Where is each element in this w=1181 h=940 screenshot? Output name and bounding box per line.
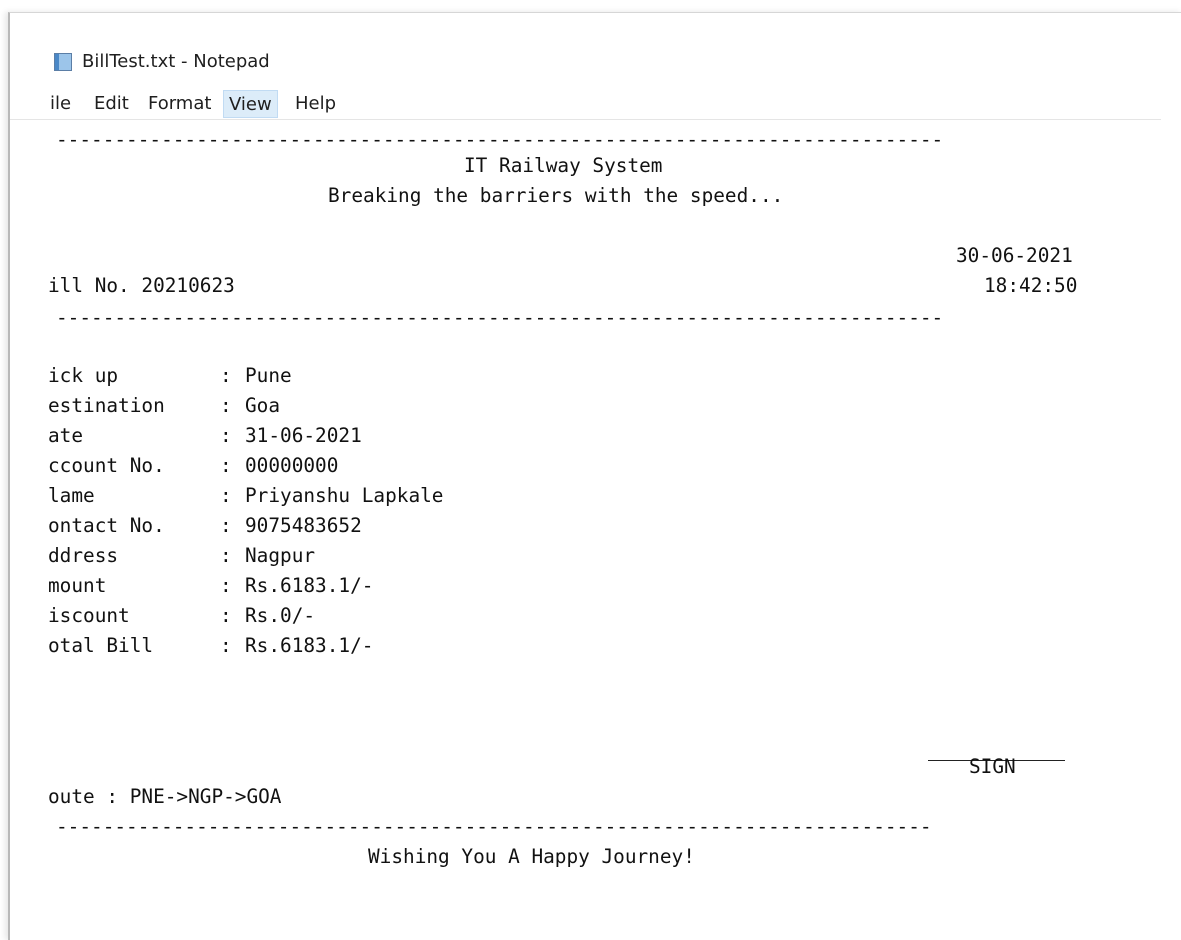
field-value-pickup: Pune <box>245 364 292 387</box>
separator-line: ----------------------------------------… <box>56 815 932 838</box>
menu-edit[interactable]: Edit <box>94 90 129 118</box>
field-colon: : <box>220 574 232 597</box>
bill-time: 18:42:50 <box>984 274 1078 297</box>
field-value-contact: 9075483652 <box>245 514 362 537</box>
field-label-account: ccount No. <box>48 454 165 477</box>
field-colon: : <box>220 364 232 387</box>
field-colon: : <box>220 484 232 507</box>
field-colon: : <box>220 454 232 477</box>
field-value-destination: Goa <box>245 394 281 417</box>
field-label-contact: ontact No. <box>48 514 165 537</box>
notepad-window: BillTest.txt - Notepad ile Edit Format V… <box>8 12 1181 940</box>
text-editor-area[interactable]: ----------------------------------------… <box>10 120 1181 940</box>
menu-view[interactable]: View <box>223 90 278 118</box>
field-label-name: lame <box>48 484 95 507</box>
field-colon: : <box>220 604 232 627</box>
footer-message: Wishing You A Happy Journey! <box>368 845 695 868</box>
bill-number: ill No. 20210623 <box>48 274 235 297</box>
field-value-discount: Rs.0/- <box>245 604 316 627</box>
menu-format[interactable]: Format <box>148 90 211 118</box>
field-label-date: ate <box>48 424 84 447</box>
field-colon: : <box>220 634 232 657</box>
field-label-amount: mount <box>48 574 107 597</box>
field-colon: : <box>220 514 232 537</box>
menu-file[interactable]: ile <box>50 90 71 118</box>
field-label-total: otal Bill <box>48 634 154 657</box>
notepad-icon <box>54 53 72 71</box>
route-line: oute : PNE->NGP->GOA <box>48 785 282 808</box>
company-name: IT Railway System <box>464 154 663 177</box>
field-label-destination: estination <box>48 394 165 417</box>
field-colon: : <box>220 424 232 447</box>
sign-label: SIGN <box>969 755 1016 778</box>
field-value-total: Rs.6183.1/- <box>245 634 374 657</box>
field-label-pickup: ick up <box>48 364 119 387</box>
separator-line: ----------------------------------------… <box>56 306 944 329</box>
tagline: Breaking the barriers with the speed... <box>328 184 784 207</box>
field-value-date: 31-06-2021 <box>245 424 362 447</box>
field-value-name: Priyanshu Lapkale <box>245 484 444 507</box>
field-value-amount: Rs.6183.1/- <box>245 574 374 597</box>
menu-help[interactable]: Help <box>295 90 336 118</box>
field-label-address: ddress <box>48 544 119 567</box>
bill-date: 30-06-2021 <box>956 244 1073 267</box>
window-title: BillTest.txt - Notepad <box>82 51 270 72</box>
title-bar: BillTest.txt - Notepad <box>10 13 1181 72</box>
menu-bar: ile Edit Format View Help <box>10 87 1161 120</box>
field-value-address: Nagpur <box>245 544 316 567</box>
field-value-account: 00000000 <box>245 454 339 477</box>
field-label-discount: iscount <box>48 604 130 627</box>
field-colon: : <box>220 394 232 417</box>
field-colon: : <box>220 544 232 567</box>
